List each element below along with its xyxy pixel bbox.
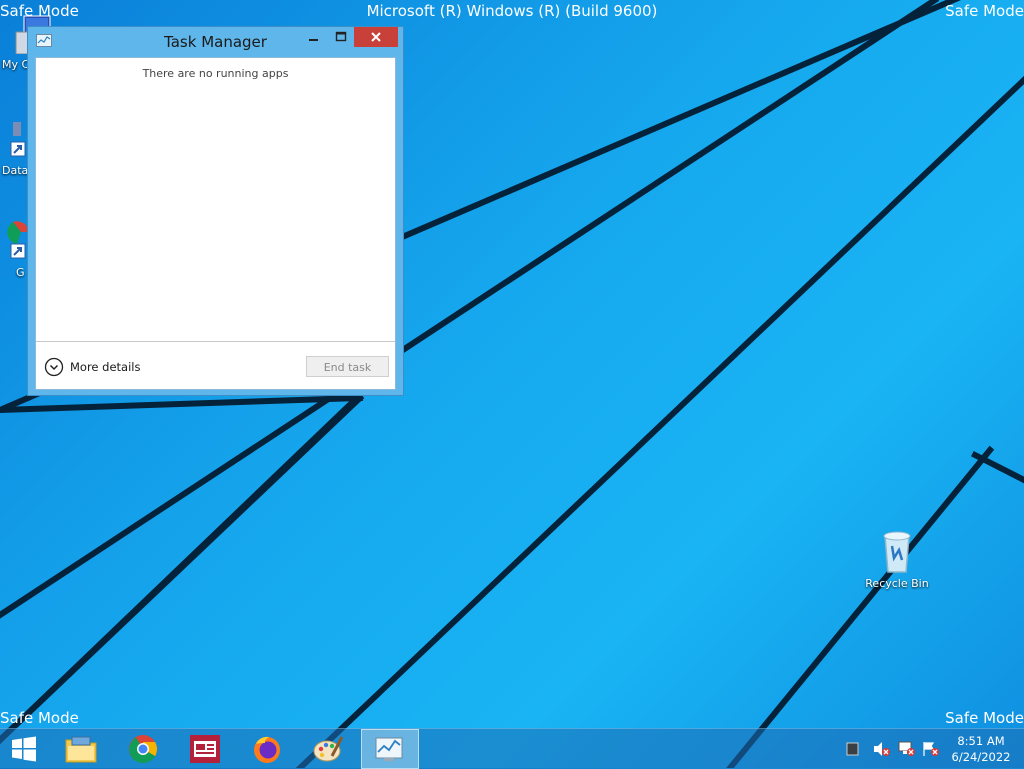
safe-mode-label-bottom-left: Safe Mode [0,709,79,727]
task-manager-window[interactable]: Task Manager There are no running apps M… [27,26,404,396]
clock-date: 6/24/2022 [951,750,1011,764]
desktop-icon-label: Recycle Bin [865,577,929,590]
footer-divider [36,341,395,342]
taskbar-paint[interactable] [299,729,357,769]
task-manager-content: There are no running apps More details E… [35,57,396,390]
desktop-icon [846,742,859,756]
taskbar-news-app[interactable] [176,729,234,769]
minimize-icon [309,39,318,41]
news-icon [190,735,220,763]
firefox-icon [254,736,280,763]
safe-mode-label-bottom-right: Safe Mode [945,709,1024,727]
clock-time: 8:51 AM [957,734,1005,748]
desktop-icon-label: My C [2,58,30,71]
folder-icon [65,736,97,763]
speaker-muted-icon [874,742,890,756]
task-manager-icon [375,737,403,761]
safe-mode-label-top-right: Safe Mode [945,2,1024,20]
maximize-button[interactable] [327,27,355,47]
paint-palette-icon [313,736,344,762]
flag-alert-icon [923,742,939,756]
close-button[interactable] [354,27,398,47]
maximize-icon [335,31,347,42]
end-task-button[interactable]: End task [306,356,389,377]
close-icon [371,32,381,42]
chevron-down-circle-icon [44,357,64,377]
taskbar-firefox[interactable] [238,729,296,769]
action-center-tray-icon[interactable] [922,741,939,757]
taskbar-chrome[interactable] [114,729,172,769]
taskbar: 8:51 AM 6/24/2022 [0,728,1024,769]
minimize-button[interactable] [299,27,327,47]
network-tray-icon[interactable] [898,741,915,757]
taskbar-task-manager[interactable] [361,729,419,769]
chrome-icon [129,735,157,763]
desktop-icon-label: Data [2,164,29,177]
volume-tray-icon[interactable] [873,741,890,757]
start-button[interactable] [0,729,48,769]
task-manager-titlebar[interactable]: Task Manager [28,27,403,57]
network-disconnected-icon [898,741,915,756]
show-desktop-tray-icon[interactable] [845,741,861,757]
taskbar-clock[interactable]: 8:51 AM 6/24/2022 [946,733,1016,765]
empty-apps-message: There are no running apps [142,67,289,80]
more-details-label: More details [70,360,141,374]
windows-build-label: Microsoft (R) Windows (R) (Build 9600) [366,2,658,20]
taskbar-file-explorer[interactable] [52,729,110,769]
desktop-icon-recycle-bin[interactable]: Recycle Bin [862,528,932,590]
more-details-toggle[interactable]: More details [44,357,140,377]
recycle-bin-icon [883,531,911,573]
windows-logo-icon [12,736,36,762]
